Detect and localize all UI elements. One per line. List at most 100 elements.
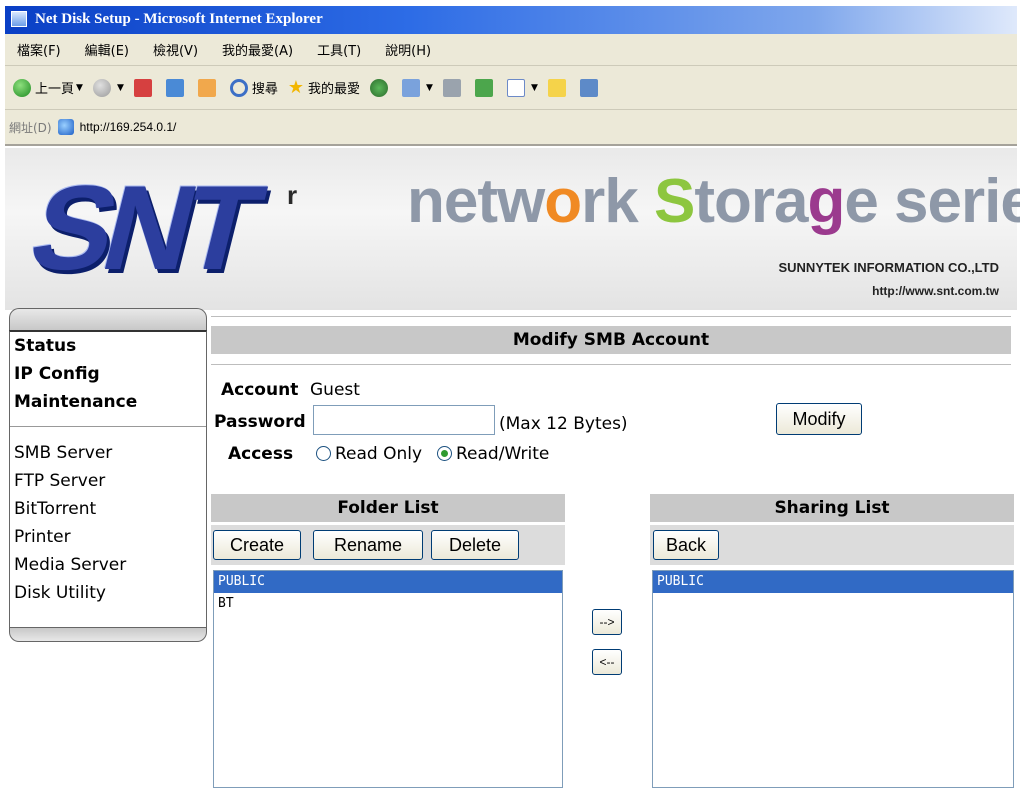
rename-button[interactable]: Rename xyxy=(313,530,423,560)
sidebar-top-tab xyxy=(9,308,207,330)
address-bar: 網址(D) http://169.254.0.1/ xyxy=(5,110,1017,146)
series-part3: tora xyxy=(694,167,808,236)
series-g: g xyxy=(807,167,845,236)
edit-button[interactable]: ▼ xyxy=(506,78,538,97)
mail-button[interactable]: ▼ xyxy=(402,78,433,97)
read-write-radio[interactable] xyxy=(437,446,452,461)
menu-favorites[interactable]: 我的最愛(A) xyxy=(222,40,293,59)
browser-window: Net Disk Setup - Microsoft Internet Expl… xyxy=(0,0,1020,793)
company-name: SUNNYTEK INFORMATION CO.,LTD xyxy=(778,260,999,275)
nav-smb-server[interactable]: SMB Server xyxy=(10,439,206,467)
delete-button[interactable]: Delete xyxy=(431,530,519,560)
list-item[interactable]: BT xyxy=(214,593,562,615)
address-label: 網址(D) xyxy=(9,120,52,135)
messenger-button[interactable] xyxy=(474,78,497,97)
nav-divider xyxy=(10,426,206,427)
folder-list-header: Folder List xyxy=(211,494,565,522)
menu-view[interactable]: 檢視(V) xyxy=(153,40,198,59)
menu-file[interactable]: 檔案(F) xyxy=(17,40,61,59)
nav-printer[interactable]: Printer xyxy=(10,523,206,551)
password-input[interactable] xyxy=(313,405,495,435)
search-label: 搜尋 xyxy=(251,82,278,97)
sidebar-nav: Status IP Config Maintenance SMB Server … xyxy=(9,330,207,628)
forward-arrow-icon xyxy=(92,78,111,97)
research-icon xyxy=(579,78,598,97)
home-button[interactable] xyxy=(197,78,220,97)
note-icon xyxy=(547,78,566,97)
search-icon xyxy=(229,78,248,97)
read-write-label: Read/Write xyxy=(456,444,550,464)
nav-disk-utility[interactable]: Disk Utility xyxy=(10,579,206,607)
divider xyxy=(211,364,1011,365)
divider xyxy=(211,316,1011,317)
media-button[interactable] xyxy=(370,78,392,97)
series-part4: e series xyxy=(844,167,1020,236)
stop-icon xyxy=(133,78,152,97)
toolbar: 上一頁 ▼ ▼ 搜尋 ★ 我的最愛 ▼ ▼ xyxy=(5,66,1017,110)
chevron-down-icon: ▼ xyxy=(426,82,433,93)
printer-icon xyxy=(442,78,461,97)
back-button[interactable]: 上一頁 ▼ xyxy=(13,78,83,97)
refresh-icon xyxy=(165,78,184,97)
modify-smb-header: Modify SMB Account xyxy=(211,326,1011,354)
window-title: Net Disk Setup - Microsoft Internet Expl… xyxy=(35,11,323,27)
series-part1: netw xyxy=(407,167,545,236)
access-label: Access xyxy=(228,444,294,464)
add-to-sharing-button[interactable]: --> xyxy=(592,609,622,635)
chevron-down-icon: ▼ xyxy=(530,82,538,93)
password-label: Password xyxy=(214,412,306,432)
create-button-label: Create xyxy=(229,535,285,555)
refresh-button[interactable] xyxy=(165,78,188,97)
menu-edit[interactable]: 編輯(E) xyxy=(85,40,129,59)
search-button[interactable]: 搜尋 xyxy=(229,78,278,97)
remove-button-label: <-- xyxy=(599,655,615,669)
snt-logo: SNT xyxy=(18,161,268,295)
page-content: SNT r network Storage series SUNNYTEK IN… xyxy=(5,148,1020,793)
favorites-button[interactable]: ★ 我的最愛 xyxy=(288,77,360,98)
sharing-list-header: Sharing List xyxy=(650,494,1014,522)
series-title: network Storage series xyxy=(407,166,1020,237)
remove-from-sharing-button[interactable]: <-- xyxy=(592,649,622,675)
nav-maintenance[interactable]: Maintenance xyxy=(10,388,206,416)
sidebar-bottom-tab xyxy=(9,628,207,642)
menu-bar: 檔案(F) 編輯(E) 檢視(V) 我的最愛(A) 工具(T) 說明(H) xyxy=(5,34,1017,66)
nav-ip-config[interactable]: IP Config xyxy=(10,360,206,388)
rename-button-label: Rename xyxy=(333,535,403,555)
nav-media-server[interactable]: Media Server xyxy=(10,551,206,579)
nav-status[interactable]: Status xyxy=(10,332,206,360)
series-o: o xyxy=(544,167,582,236)
notes-button[interactable] xyxy=(547,78,570,97)
folder-listbox[interactable]: PUBLIC BT xyxy=(213,570,563,788)
media-icon xyxy=(370,78,389,97)
home-icon xyxy=(197,78,216,97)
read-only-label: Read Only xyxy=(335,444,423,464)
series-part2: rk xyxy=(581,167,654,236)
page-icon xyxy=(57,119,74,135)
nav-bittorrent[interactable]: BitTorrent xyxy=(10,495,206,523)
delete-button-label: Delete xyxy=(448,535,502,555)
menu-tools[interactable]: 工具(T) xyxy=(317,40,361,59)
series-s: S xyxy=(653,167,695,236)
stop-button[interactable] xyxy=(133,78,156,97)
sharing-listbox[interactable]: PUBLIC xyxy=(652,570,1014,788)
chevron-down-icon: ▼ xyxy=(76,82,83,93)
list-item[interactable]: PUBLIC xyxy=(653,571,1013,593)
menu-help[interactable]: 說明(H) xyxy=(385,40,431,59)
forward-button[interactable]: ▼ xyxy=(92,78,124,97)
read-only-radio[interactable] xyxy=(316,446,331,461)
address-input[interactable]: http://169.254.0.1/ xyxy=(80,120,177,134)
back-button[interactable]: Back xyxy=(653,530,719,560)
create-button[interactable]: Create xyxy=(213,530,301,560)
mail-icon xyxy=(402,78,421,97)
modify-button-label: Modify xyxy=(792,409,846,429)
list-item[interactable]: PUBLIC xyxy=(214,571,562,593)
modify-button[interactable]: Modify xyxy=(776,403,862,435)
print-button[interactable] xyxy=(442,78,465,97)
research-button[interactable] xyxy=(579,78,602,97)
banner: SNT r network Storage series SUNNYTEK IN… xyxy=(5,148,1020,310)
nav-ftp-server[interactable]: FTP Server xyxy=(10,467,206,495)
ie-app-icon xyxy=(11,11,27,27)
messenger-icon xyxy=(474,78,493,97)
chevron-down-icon: ▼ xyxy=(116,82,124,93)
title-bar: Net Disk Setup - Microsoft Internet Expl… xyxy=(5,6,1017,34)
